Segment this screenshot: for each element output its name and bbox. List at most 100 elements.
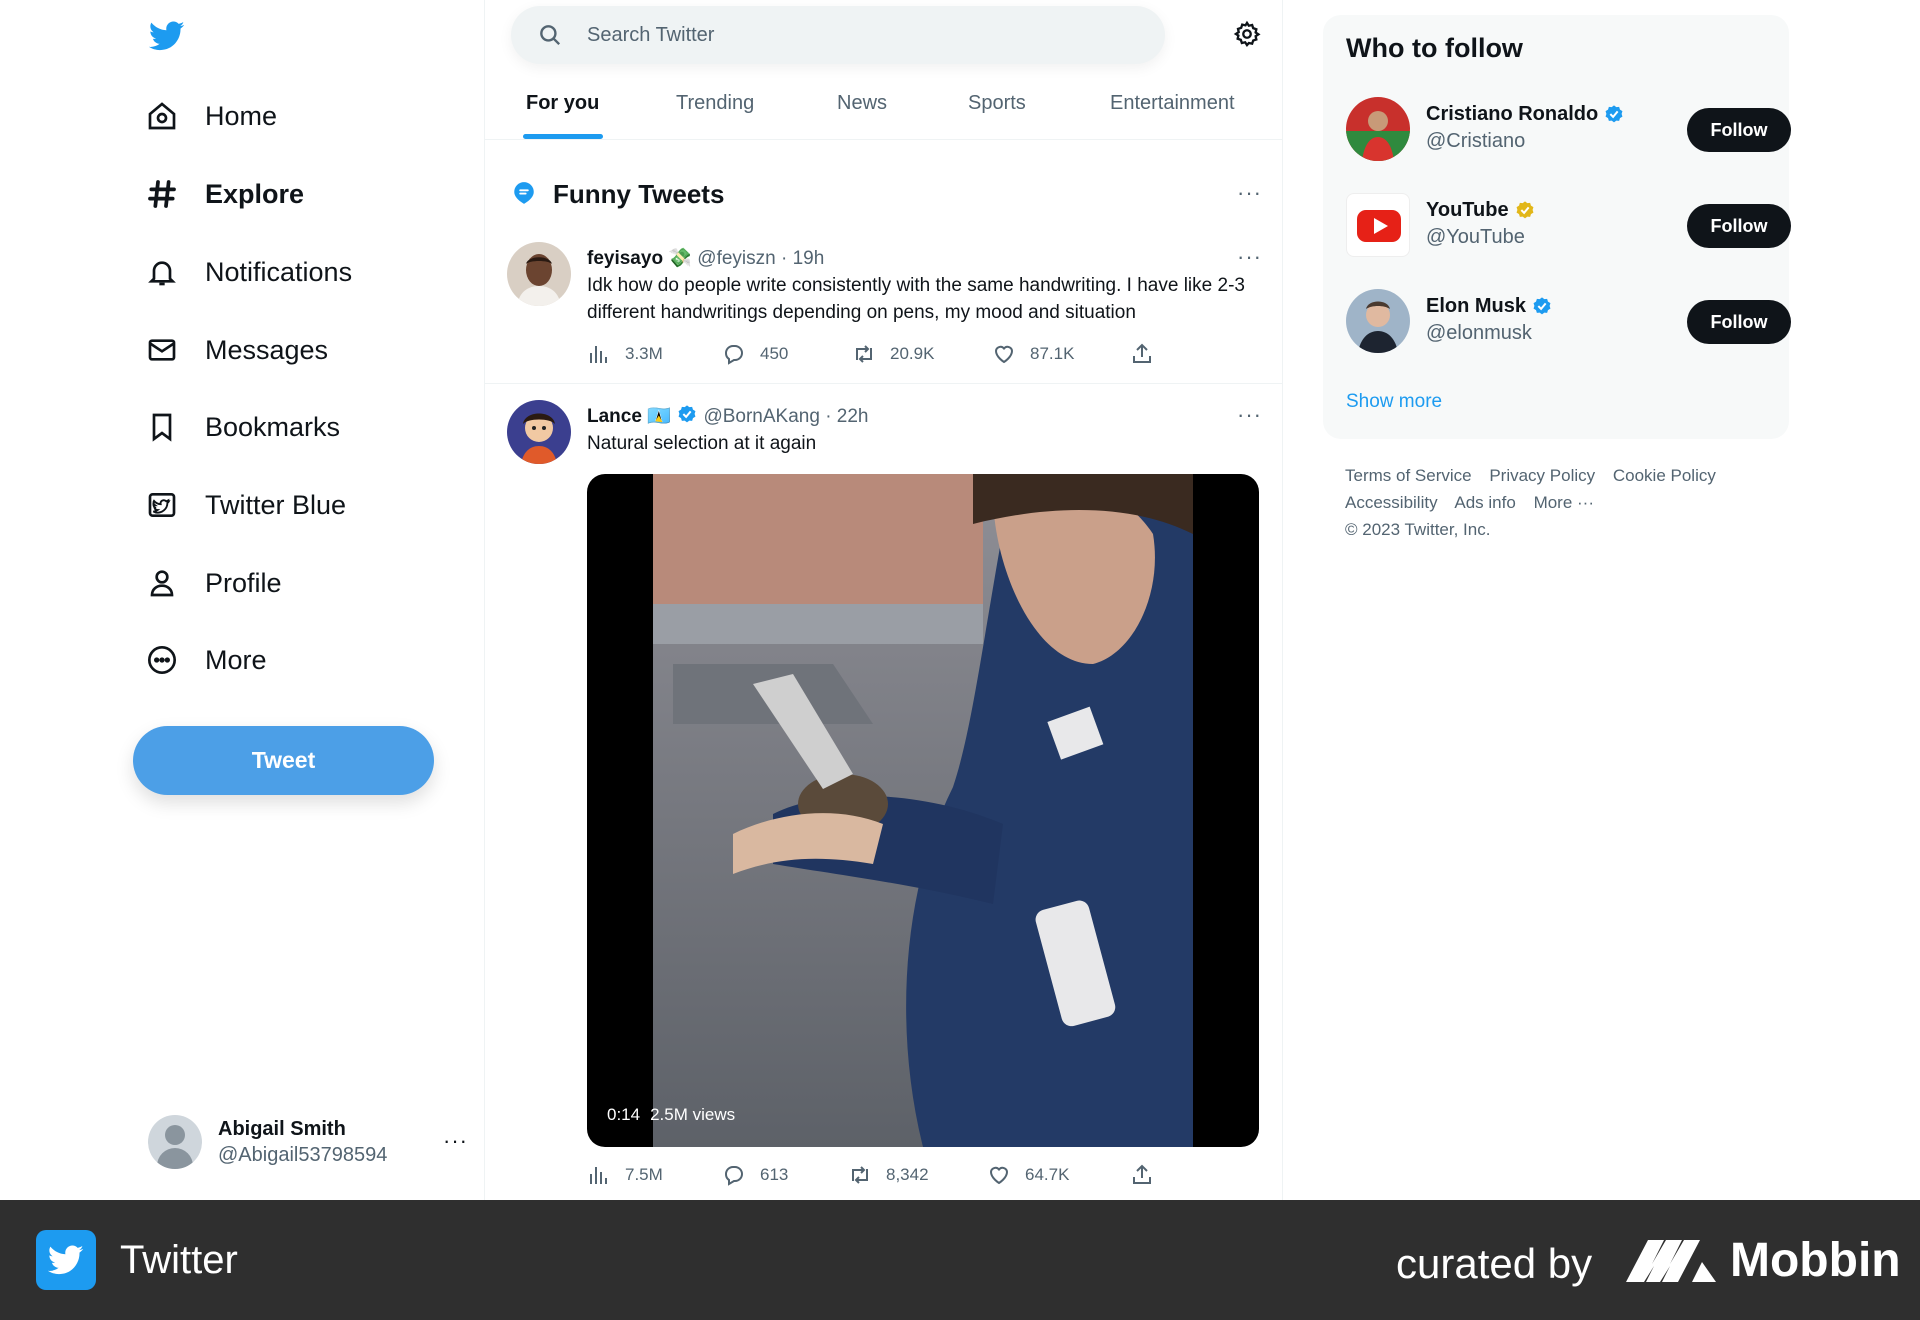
tweet-time: · 19h	[780, 248, 825, 269]
footer-link-more[interactable]: More ···	[1534, 493, 1594, 512]
avatar[interactable]	[507, 400, 571, 464]
section-more-icon[interactable]: ···	[1237, 180, 1262, 206]
mobbin-brand: Mobbin	[1730, 1234, 1901, 1287]
envelope-icon	[145, 333, 179, 367]
share-icon	[1133, 343, 1151, 363]
avatar[interactable]	[1346, 289, 1410, 353]
video-views: 2.5M views	[650, 1105, 736, 1124]
follow-suggestion[interactable]: Cristiano Ronaldo @Cristiano Follow	[1346, 97, 1791, 163]
share-button[interactable]	[1130, 342, 1168, 366]
tweet-card[interactable]: feyisayo 💸 @feyiszn · 19h ··· Idk how do…	[485, 232, 1282, 384]
twitter-bird-icon[interactable]	[147, 18, 187, 54]
app-name: Twitter	[120, 1238, 238, 1282]
nav-twitter-blue[interactable]: Twitter Blue	[145, 475, 346, 535]
tweet-emoji: 💸	[668, 248, 692, 269]
section-title: Funny Tweets	[553, 179, 725, 209]
tweet-button[interactable]: Tweet	[133, 726, 434, 795]
views-button[interactable]: 3.3M	[587, 342, 663, 366]
right-sidebar: Who to follow Cristiano Ronaldo @Cristia…	[1323, 0, 1793, 1200]
tweet-author[interactable]: feyisayo	[587, 248, 663, 269]
mobbin-bottom-bar: Twitter curated by Mobbin	[0, 1200, 1920, 1320]
tab-news[interactable]: News	[837, 92, 887, 115]
reply-button[interactable]: 450	[722, 342, 788, 366]
video-duration: 0:14	[607, 1105, 641, 1124]
footer-link-privacy[interactable]: Privacy Policy	[1489, 466, 1595, 485]
retweet-button[interactable]: 8,342	[848, 1163, 929, 1187]
nav-home-label: Home	[205, 100, 278, 131]
tab-trending[interactable]: Trending	[676, 92, 754, 115]
follow-button[interactable]: Follow	[1687, 300, 1791, 344]
views-count: 7.5M	[625, 1165, 663, 1184]
tweet-actions: 3.3M 450 20.9K 87.1K	[587, 342, 1167, 372]
tweet-meta: feyisayo 💸 @feyiszn · 19h	[587, 246, 824, 270]
nav-more[interactable]: More	[145, 630, 267, 690]
tweet-video[interactable]: 0:14 2.5M views	[587, 474, 1259, 1147]
share-button[interactable]	[1130, 1163, 1168, 1187]
follow-suggestion[interactable]: YouTube @YouTube Follow	[1346, 193, 1791, 259]
nav-twitter-blue-label: Twitter Blue	[205, 489, 347, 520]
tweet-handle[interactable]: @feyiszn	[697, 248, 775, 269]
tweet-card[interactable]: Lance 🇱🇨 @BornAKang · 22h ··· Natural se…	[485, 384, 1282, 1200]
tweet-flag: 🇱🇨	[647, 406, 671, 427]
like-button[interactable]: 87.1K	[992, 342, 1074, 366]
active-tab-indicator	[523, 134, 603, 139]
nav-explore-label: Explore	[205, 178, 305, 209]
follow-button[interactable]: Follow	[1687, 108, 1791, 152]
nav-messages[interactable]: Messages	[145, 320, 328, 380]
reply-button[interactable]: 613	[722, 1163, 788, 1187]
gold-verified-badge-icon	[1516, 200, 1534, 218]
show-more-link[interactable]: Show more	[1346, 391, 1442, 413]
footer-links: Terms of Service Privacy Policy Cookie P…	[1345, 462, 1775, 543]
retweet-icon	[852, 1166, 868, 1184]
nav-profile[interactable]: Profile	[145, 553, 282, 613]
suggestion-name: Cristiano Ronaldo	[1426, 103, 1599, 125]
avatar[interactable]	[1346, 97, 1410, 161]
footer-link-ads-info[interactable]: Ads info	[1454, 493, 1515, 512]
tab-entertainment[interactable]: Entertainment	[1110, 92, 1235, 115]
nav-explore[interactable]: Explore	[145, 164, 304, 224]
suggestion-handle: @elonmusk	[1426, 322, 1532, 344]
tweet-author[interactable]: Lance	[587, 406, 642, 427]
nav-more-label: More	[205, 644, 267, 675]
reply-icon	[725, 1166, 743, 1186]
gear-icon[interactable]	[1233, 20, 1261, 48]
account-switcher[interactable]: Abigail Smith @Abigail53798594 ···	[148, 1112, 468, 1172]
left-sidebar: Home Explore Notifications Messages Book…	[130, 0, 480, 1200]
twitter-app-icon	[36, 1230, 96, 1290]
account-more-icon[interactable]: ···	[443, 1128, 468, 1154]
twitter-blue-icon	[145, 488, 179, 522]
like-button[interactable]: 64.7K	[987, 1163, 1069, 1187]
tweet-handle[interactable]: @BornAKang	[703, 406, 819, 427]
nav-notifications[interactable]: Notifications	[145, 242, 352, 302]
avatar[interactable]	[507, 242, 571, 306]
tweet-more-icon[interactable]: ···	[1237, 244, 1262, 270]
footer-link-terms[interactable]: Terms of Service	[1345, 466, 1472, 485]
nav-home[interactable]: Home	[145, 86, 277, 146]
curated-by-text: curated by	[1396, 1240, 1593, 1287]
who-to-follow-title: Who to follow	[1346, 33, 1523, 63]
heart-icon	[989, 1166, 1009, 1185]
search-input[interactable]	[587, 23, 1147, 47]
footer-link-cookie[interactable]: Cookie Policy	[1613, 466, 1716, 485]
account-name: Abigail Smith	[218, 1118, 346, 1140]
youtube-logo-icon[interactable]	[1346, 193, 1410, 257]
suggestion-handle: @Cristiano	[1426, 130, 1526, 152]
nav-bookmarks[interactable]: Bookmarks	[145, 397, 340, 457]
tab-sports[interactable]: Sports	[968, 92, 1026, 115]
follow-suggestion[interactable]: Elon Musk @elonmusk Follow	[1346, 289, 1791, 355]
tweet-more-icon[interactable]: ···	[1237, 402, 1262, 428]
who-to-follow-panel: Who to follow Cristiano Ronaldo @Cristia…	[1323, 15, 1791, 439]
footer-link-accessibility[interactable]: Accessibility	[1345, 493, 1438, 512]
tweet-text: Natural selection at it again	[587, 433, 817, 454]
follow-button[interactable]: Follow	[1687, 204, 1791, 248]
suggestion-name: YouTube	[1426, 199, 1509, 221]
nav-bookmarks-label: Bookmarks	[205, 411, 341, 442]
like-count: 87.1K	[1030, 344, 1075, 363]
views-button[interactable]: 7.5M	[587, 1163, 663, 1187]
tab-for-you[interactable]: For you	[526, 92, 599, 115]
retweet-button[interactable]: 20.9K	[852, 342, 934, 366]
views-icon	[590, 1167, 607, 1184]
reply-count: 613	[760, 1165, 789, 1184]
search-bar[interactable]	[511, 6, 1165, 64]
topic-pin-icon	[511, 180, 537, 206]
